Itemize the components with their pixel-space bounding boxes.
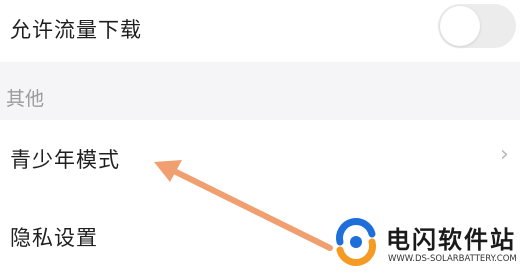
watermark-logo-icon — [336, 218, 376, 266]
watermark: 电闪软件站 WWW.DS-SOLARBATTERY.COM — [326, 212, 520, 273]
watermark-url: WWW.DS-SOLARBATTERY.COM — [388, 254, 517, 264]
watermark-title: 电闪软件站 — [386, 226, 516, 254]
settings-page: 允许流量下载 其他 青少年模式 › 隐私设置 电闪软件站 WWW.DS-SOLA… — [0, 0, 520, 273]
arrow-icon — [154, 160, 333, 251]
